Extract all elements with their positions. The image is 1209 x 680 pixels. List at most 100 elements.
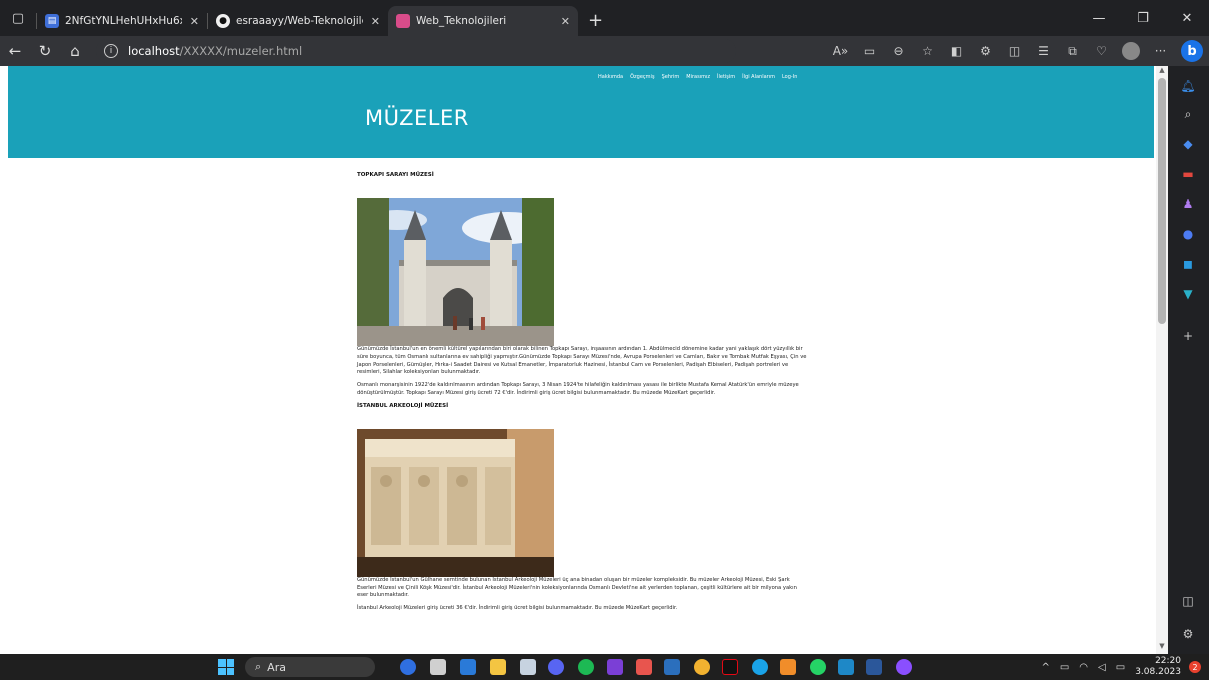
- close-tab-icon[interactable]: ✕: [371, 15, 380, 28]
- close-tab-icon[interactable]: ✕: [190, 15, 199, 28]
- tag-icon[interactable]: ◆: [1178, 134, 1198, 154]
- nav-link-hakkimda[interactable]: Hakkımda: [598, 74, 623, 80]
- immersive-reader-icon[interactable]: ▭: [855, 44, 884, 58]
- search-icon: ⌕: [255, 660, 262, 673]
- close-tab-icon[interactable]: ✕: [561, 15, 570, 28]
- tab-title: 2NfGtYNLHehUHxHu6xBAYdJNP: [65, 15, 182, 27]
- keyboard-icon[interactable]: ▭: [1060, 662, 1069, 673]
- search-icon[interactable]: ⌕: [1178, 104, 1198, 124]
- github-desktop-icon[interactable]: [896, 659, 912, 675]
- close-window-button[interactable]: ✕: [1165, 0, 1209, 36]
- nav-link-sehrim[interactable]: Şehrim: [662, 74, 680, 80]
- github-icon: ●: [216, 14, 230, 28]
- app-icon[interactable]: [664, 659, 680, 675]
- clock-date: 3.08.2023: [1135, 667, 1181, 677]
- notification-badge[interactable]: 2: [1189, 661, 1201, 673]
- spotify-icon[interactable]: [578, 659, 594, 675]
- page-viewport: Hakkımda Özgeçmiş Şehrim Mirasımız İleti…: [0, 66, 1156, 654]
- settings-gear-icon[interactable]: ⚙: [1178, 624, 1198, 644]
- minimize-button[interactable]: —: [1077, 0, 1121, 36]
- favorite-star-icon[interactable]: ☆: [913, 44, 942, 58]
- volume-icon[interactable]: ◁: [1098, 662, 1106, 673]
- browser-essentials-icon[interactable]: ♡: [1087, 44, 1116, 58]
- page-icon: [396, 14, 410, 28]
- page-scrollbar[interactable]: ▲ ▼: [1156, 66, 1168, 654]
- file-explorer-icon[interactable]: [490, 659, 506, 675]
- photos-icon[interactable]: [780, 659, 796, 675]
- scrollbar-thumb[interactable]: [1158, 78, 1166, 324]
- tab-title: Web_Teknolojileri: [416, 15, 507, 27]
- address-bar[interactable]: i localhost/XXXXX/muzeler.html: [96, 39, 736, 63]
- chrome-icon[interactable]: [694, 659, 710, 675]
- edge-icon[interactable]: [752, 659, 768, 675]
- windows-taskbar: ⌕ Ara ^ ▭ ◠ ◁ ▭ 22:20 3.08.2023 2: [0, 654, 1209, 680]
- add-icon[interactable]: +: [1178, 326, 1198, 346]
- whatsapp-icon[interactable]: [810, 659, 826, 675]
- tab-2[interactable]: ● esraaayy/Web-Teknolojileri- ✕: [208, 6, 388, 36]
- bing-chat-icon[interactable]: [400, 659, 416, 675]
- back-arrow-icon[interactable]: ←: [0, 36, 30, 66]
- discord-icon[interactable]: [548, 659, 564, 675]
- toolbar-icons: A» ▭ ⊖ ☆ ◧ ⚙ ◫ ☰ ⧉ ♡ ··· b: [826, 36, 1209, 66]
- drop-icon[interactable]: ▼: [1178, 284, 1198, 304]
- toolbox-icon[interactable]: ▬: [1178, 164, 1198, 184]
- tab-title: esraaayy/Web-Teknolojileri-: [236, 15, 363, 27]
- bell-icon[interactable]: 🔔︎: [1178, 76, 1198, 96]
- people-icon[interactable]: ♟: [1178, 194, 1198, 214]
- nav-link-ozgecmis[interactable]: Özgeçmiş: [630, 74, 654, 80]
- netflix-icon[interactable]: [722, 659, 738, 675]
- restore-button[interactable]: ❐: [1121, 0, 1165, 36]
- tab-actions-icon[interactable]: ▢: [0, 0, 36, 36]
- outlook-icon[interactable]: ◼: [1178, 254, 1198, 274]
- games-icon[interactable]: ●: [1178, 224, 1198, 244]
- taskbar-search[interactable]: ⌕ Ara: [245, 657, 375, 677]
- notepad-icon[interactable]: [520, 659, 536, 675]
- tab-3-active[interactable]: Web_Teknolojileri ✕: [388, 6, 578, 36]
- museum-description: İstanbul Arkeoloji Müzeleri giriş ücreti…: [357, 605, 678, 612]
- nav-link-ilgi-alanlarim[interactable]: İlgi Alanlarım: [742, 74, 775, 80]
- bing-copilot-icon[interactable]: b: [1181, 40, 1203, 62]
- wifi-icon[interactable]: ◠: [1079, 662, 1088, 673]
- sidebar-toggle-icon[interactable]: ◫: [1178, 591, 1198, 611]
- new-tab-button[interactable]: +: [588, 10, 603, 31]
- more-menu-icon[interactable]: ···: [1146, 44, 1175, 58]
- url-path: /XXXXX/muzeler.html: [179, 44, 303, 58]
- tab-1[interactable]: ▤ 2NfGtYNLHehUHxHu6xBAYdJNP ✕: [37, 6, 207, 36]
- zoom-icon[interactable]: ⊖: [884, 44, 913, 58]
- chevron-up-icon[interactable]: ^: [1041, 662, 1049, 673]
- nav-link-mirasimiz[interactable]: Mirasımız: [686, 74, 710, 80]
- word-icon[interactable]: [866, 659, 882, 675]
- nav-link-log-in[interactable]: Log-In: [782, 74, 797, 80]
- puzzle-extensions-icon[interactable]: ⚙: [971, 44, 1000, 58]
- visual-studio-icon[interactable]: [607, 659, 623, 675]
- vscode-icon[interactable]: [460, 659, 476, 675]
- mail-icon[interactable]: [838, 659, 854, 675]
- sarcophagus-image: [357, 428, 554, 577]
- tab-strip: ▢ ▤ 2NfGtYNLHehUHxHu6xBAYdJNP ✕ ● esraaa…: [0, 0, 1209, 36]
- refresh-icon[interactable]: ↻: [30, 36, 60, 66]
- task-view-icon[interactable]: [430, 659, 446, 675]
- start-button-windows-icon[interactable]: [218, 659, 234, 675]
- battery-icon[interactable]: ▭: [1116, 662, 1125, 673]
- home-icon[interactable]: ⌂: [60, 36, 90, 66]
- edge-sidebar: 🔔︎ ⌕ ◆ ▬ ♟ ● ◼ ▼ + ◫ ⚙: [1168, 66, 1209, 654]
- museum-list: TOPKAPI SARAYI MÜZESİ Günümüzde İstanbul…: [357, 172, 807, 613]
- extension-icon[interactable]: ◧: [942, 44, 971, 58]
- clock[interactable]: 22:20 3.08.2023: [1135, 656, 1181, 678]
- collections-icon[interactable]: ⧉: [1058, 44, 1087, 59]
- topkapi-photo: [357, 198, 554, 346]
- search-label: Ara: [267, 660, 286, 674]
- split-screen-icon[interactable]: ◫: [1000, 44, 1029, 58]
- museum-heading: TOPKAPI SARAYI MÜZESİ: [357, 172, 434, 178]
- document-icon: ▤: [45, 14, 59, 28]
- scroll-up-arrow-icon[interactable]: ▲: [1156, 66, 1168, 78]
- browser-toolbar: ← ↻ ⌂ i localhost/XXXXX/muzeler.html A» …: [0, 36, 1209, 66]
- profile-avatar[interactable]: [1122, 42, 1140, 60]
- read-aloud-icon[interactable]: A»: [826, 44, 855, 58]
- site-nav: Hakkımda Özgeçmiş Şehrim Mirasımız İleti…: [598, 74, 797, 80]
- nav-link-iletisim[interactable]: İletişim: [717, 74, 735, 80]
- calendar-app-icon[interactable]: [636, 659, 652, 675]
- favorites-icon[interactable]: ☰: [1029, 44, 1058, 58]
- site-info-icon[interactable]: i: [104, 44, 118, 58]
- scroll-down-arrow-icon[interactable]: ▼: [1156, 642, 1168, 654]
